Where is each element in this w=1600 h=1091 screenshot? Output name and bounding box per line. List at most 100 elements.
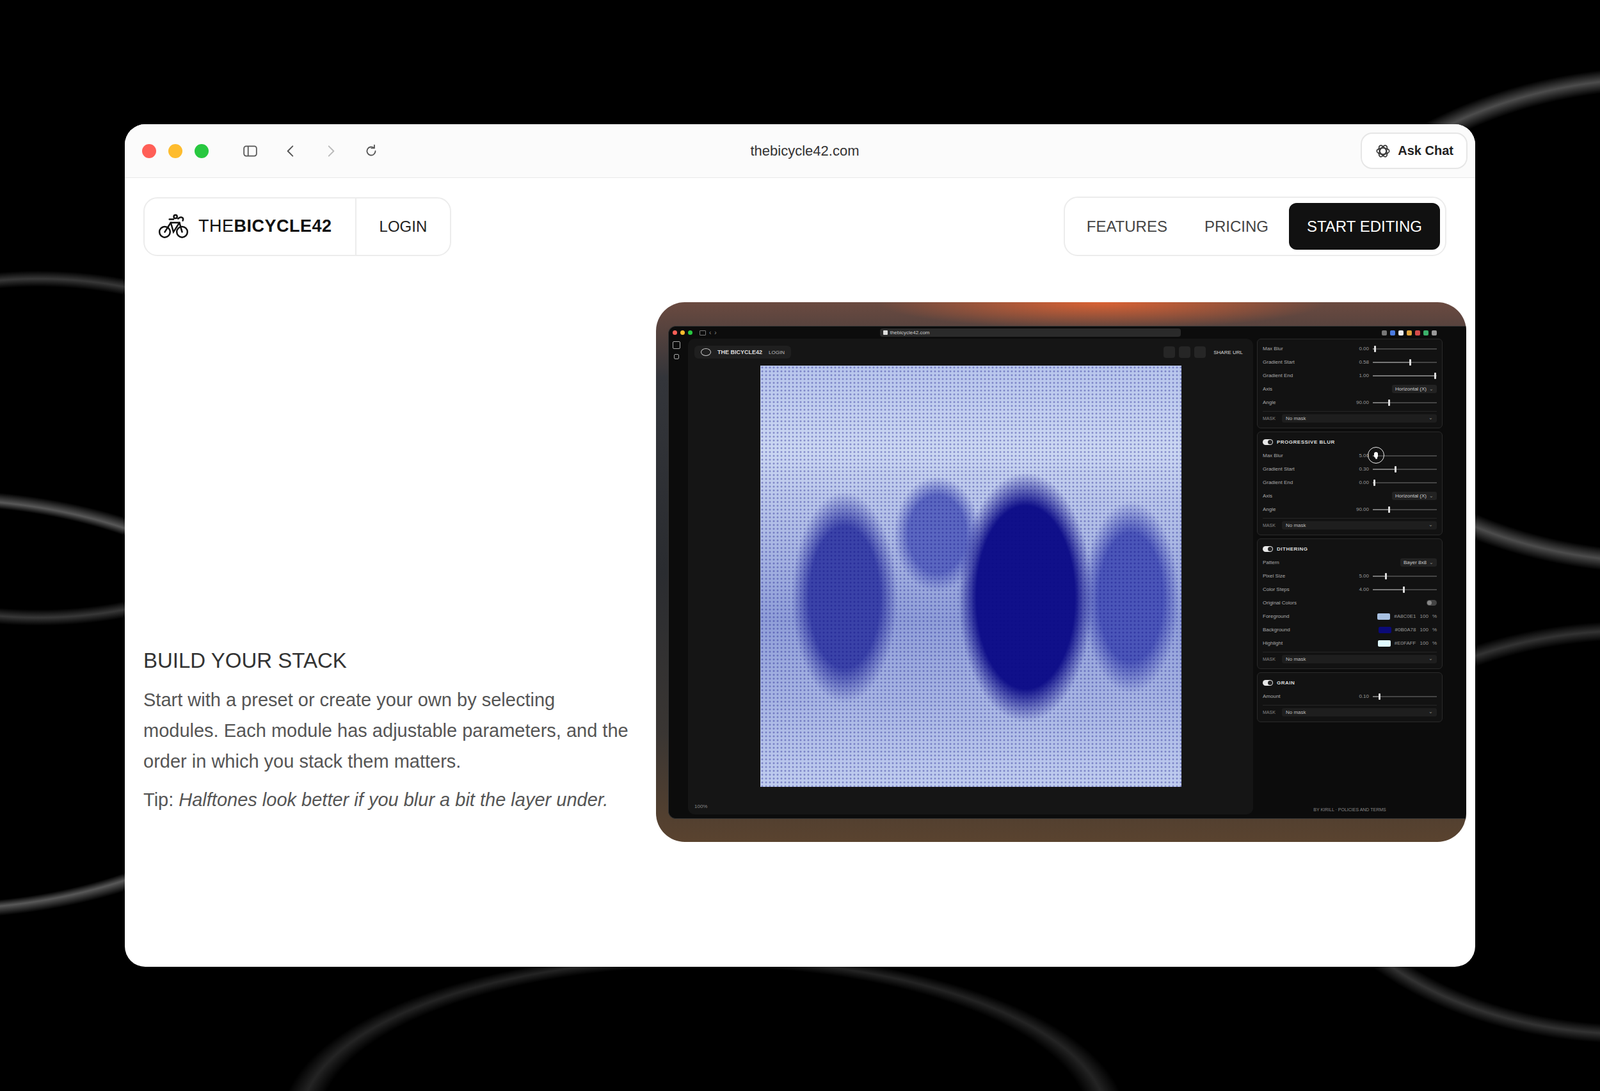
param-value: 5.00 [1348, 452, 1369, 459]
param-slider [1372, 588, 1437, 591]
param-slider [1372, 455, 1437, 457]
module-card: Max Blur0.00Gradient Start0.58Gradient E… [1256, 338, 1443, 429]
mask-select: No mask⌄ [1281, 707, 1437, 717]
window-controls [142, 144, 209, 159]
param-color: #0B0A78100% [1378, 626, 1437, 633]
cursor-icon [1367, 446, 1385, 464]
login-link[interactable]: LOGIN [379, 217, 428, 236]
param-value: 0.00 [1348, 345, 1369, 352]
mask-label: MASK [1262, 656, 1279, 662]
site-nav: THEBICYCLE42 LOGIN FEATURESPRICINGSTART ED… [143, 196, 1447, 256]
module-header: DITHERING [1262, 541, 1437, 556]
color-hex: #0B0A78 [1395, 626, 1417, 633]
param-label: Highlight [1262, 640, 1375, 646]
mask-select: No mask⌄ [1281, 520, 1437, 530]
nav-link[interactable]: FEATURES [1070, 202, 1184, 250]
section-body: Start with a preset or create your own b… [143, 684, 630, 777]
back-icon[interactable] [282, 143, 299, 159]
color-swatch [1377, 640, 1391, 647]
minimize-button[interactable] [168, 144, 183, 159]
module-card: DITHERING PatternBayer 8x8⌄ Pixel Size5.00… [1256, 538, 1443, 669]
color-opacity: 100 [1420, 640, 1429, 646]
close-button[interactable] [142, 144, 157, 159]
param-label: Foreground [1262, 613, 1374, 619]
preview-module-panel: Max Blur0.00Gradient Start0.58Gradient E… [1256, 338, 1443, 815]
module-title: DITHERING [1276, 545, 1309, 552]
preview-rail-icon [673, 353, 680, 360]
param-label: Pattern [1262, 559, 1397, 566]
module-slider-row: Angle90.00 [1262, 395, 1437, 409]
browser-toolbar: thebicycle42.com Ask Chat [124, 124, 1476, 178]
toolbar-right: Ask Chat [858, 132, 1468, 169]
feature-copy: BUILD YOUR STACK Start with a preset or c… [143, 648, 656, 842]
sidebar-icon[interactable] [242, 143, 258, 159]
extension-icon [1431, 330, 1437, 336]
color-unit: % [1432, 613, 1437, 619]
module-slider-row: Gradient End1.00 [1262, 368, 1437, 383]
color-swatch [1378, 626, 1392, 633]
color-unit: % [1432, 626, 1437, 633]
module-mask-row: MASKNo mask⌄ [1262, 517, 1437, 532]
preview-brand-pill: THE BICYCLE42 LOGIN [694, 345, 792, 359]
zoom-button[interactable] [194, 144, 209, 159]
reload-icon[interactable] [363, 143, 379, 159]
module-slider-row: Color Steps4.00 [1262, 582, 1437, 596]
preview-minimize-dot [680, 330, 685, 335]
preview-brand: THE BICYCLE42 [717, 348, 763, 356]
param-color: #A8C0E1100% [1377, 613, 1437, 620]
param-select: Horizontal (X)⌄ [1392, 384, 1437, 393]
preview-stage [694, 360, 1247, 804]
preview-forward-icon: › [714, 329, 717, 336]
mask-label: MASK [1262, 522, 1279, 528]
param-label: Background [1262, 626, 1375, 633]
ask-chat-button[interactable]: Ask Chat [1360, 132, 1468, 169]
param-slider [1372, 575, 1437, 577]
preview-zoom: 100% [694, 803, 1247, 809]
preview-bicycle-icon [700, 348, 712, 356]
param-value: 5.00 [1348, 572, 1369, 579]
param-label: Max Blur [1262, 345, 1345, 352]
browser-window: thebicycle42.com Ask Chat THEBICYCLE42 LOGI… [124, 124, 1476, 967]
param-value: 90.00 [1348, 506, 1369, 512]
desktop: thebicycle42.com Ask Chat THEBICYCLE42 LOGI… [0, 0, 1600, 1091]
module-select-row: PatternBayer 8x8⌄ [1262, 555, 1437, 569]
nav-link[interactable]: PRICING [1187, 202, 1286, 250]
section-heading: BUILD YOUR STACK [143, 648, 637, 673]
web-page: THEBICYCLE42 LOGIN FEATURESPRICINGSTART ED… [124, 177, 1476, 967]
brand-name: THEBICYCLE42 [198, 216, 333, 237]
param-value: 1.00 [1348, 372, 1369, 379]
module-toggle [1262, 439, 1273, 445]
preview-login: LOGIN [768, 349, 785, 356]
module-title: GRAIN [1276, 679, 1295, 686]
param-label: Axis [1262, 385, 1389, 392]
color-hex: #A8C0E1 [1393, 613, 1416, 619]
forward-icon [323, 143, 339, 159]
preview-extensions [1381, 330, 1437, 336]
extension-icon [1406, 330, 1412, 336]
module-select-row: AxisHorizontal (X)⌄ [1262, 488, 1437, 503]
brand-link[interactable]: THEBICYCLE42 [157, 213, 333, 240]
module-slider-row: Max Blur5.00 [1262, 448, 1437, 463]
preview-sidebar-icon [699, 330, 706, 336]
preview-favicon-icon [883, 330, 888, 335]
module-slider-row: Gradient Start0.30 [1262, 462, 1437, 476]
preview-browser-bar: ‹›thebicycle42.com [668, 326, 1467, 339]
tip-label: Tip: [143, 789, 174, 810]
start-editing-button[interactable]: START EDITING [1288, 202, 1440, 250]
module-slider-row: Amount0.10 [1262, 689, 1437, 703]
param-label: Angle [1262, 399, 1345, 406]
preview-app-body: THE BICYCLE42LOGINSHARE URL100%Max Blur0… [668, 338, 1467, 818]
param-value: 0.58 [1348, 359, 1369, 365]
param-label: Color Steps [1262, 586, 1345, 592]
extension-icon [1381, 330, 1387, 336]
preview-back-icon: ‹ [709, 329, 712, 336]
module-color-row: Background#0B0A78100% [1262, 622, 1437, 637]
brand-pill: THEBICYCLE42 LOGIN [143, 197, 452, 256]
module-toggle [1262, 679, 1273, 686]
address-bar[interactable]: thebicycle42.com [750, 142, 860, 160]
param-label: Pixel Size [1262, 572, 1345, 579]
dithered-photo [760, 365, 1182, 787]
param-label: Original Colors [1262, 599, 1423, 606]
param-value: 0.30 [1348, 465, 1369, 472]
module-title: PROGRESSIVE BLUR [1276, 439, 1336, 445]
